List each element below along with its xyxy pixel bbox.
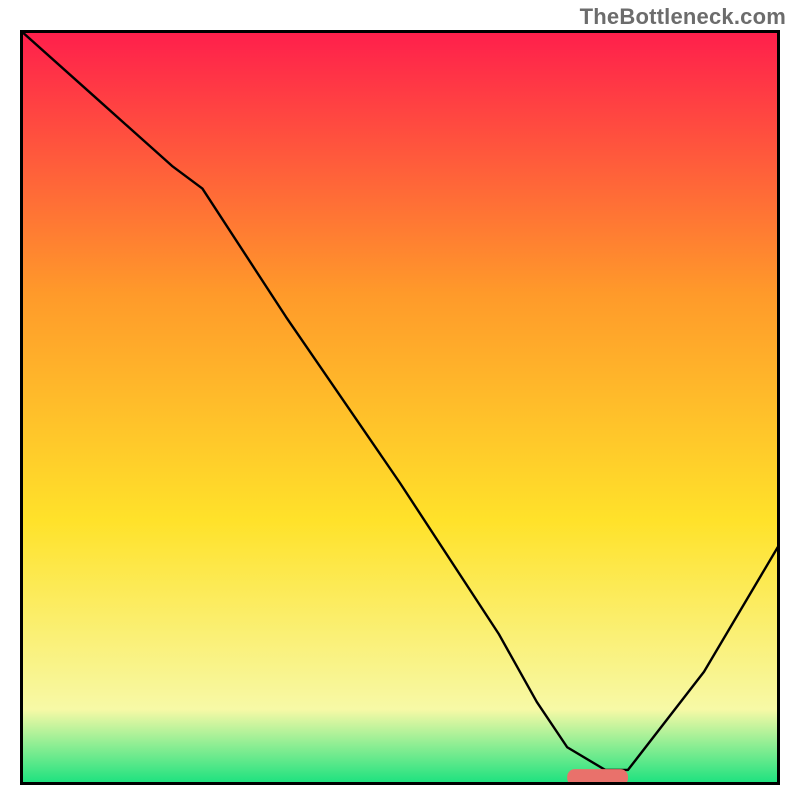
- plot-area: [20, 30, 780, 785]
- watermark-label: TheBottleneck.com: [580, 4, 786, 30]
- gradient-background: [20, 30, 780, 785]
- optimal-range-marker: [567, 769, 628, 785]
- chart-svg: [20, 30, 780, 785]
- chart-stage: TheBottleneck.com: [0, 0, 800, 800]
